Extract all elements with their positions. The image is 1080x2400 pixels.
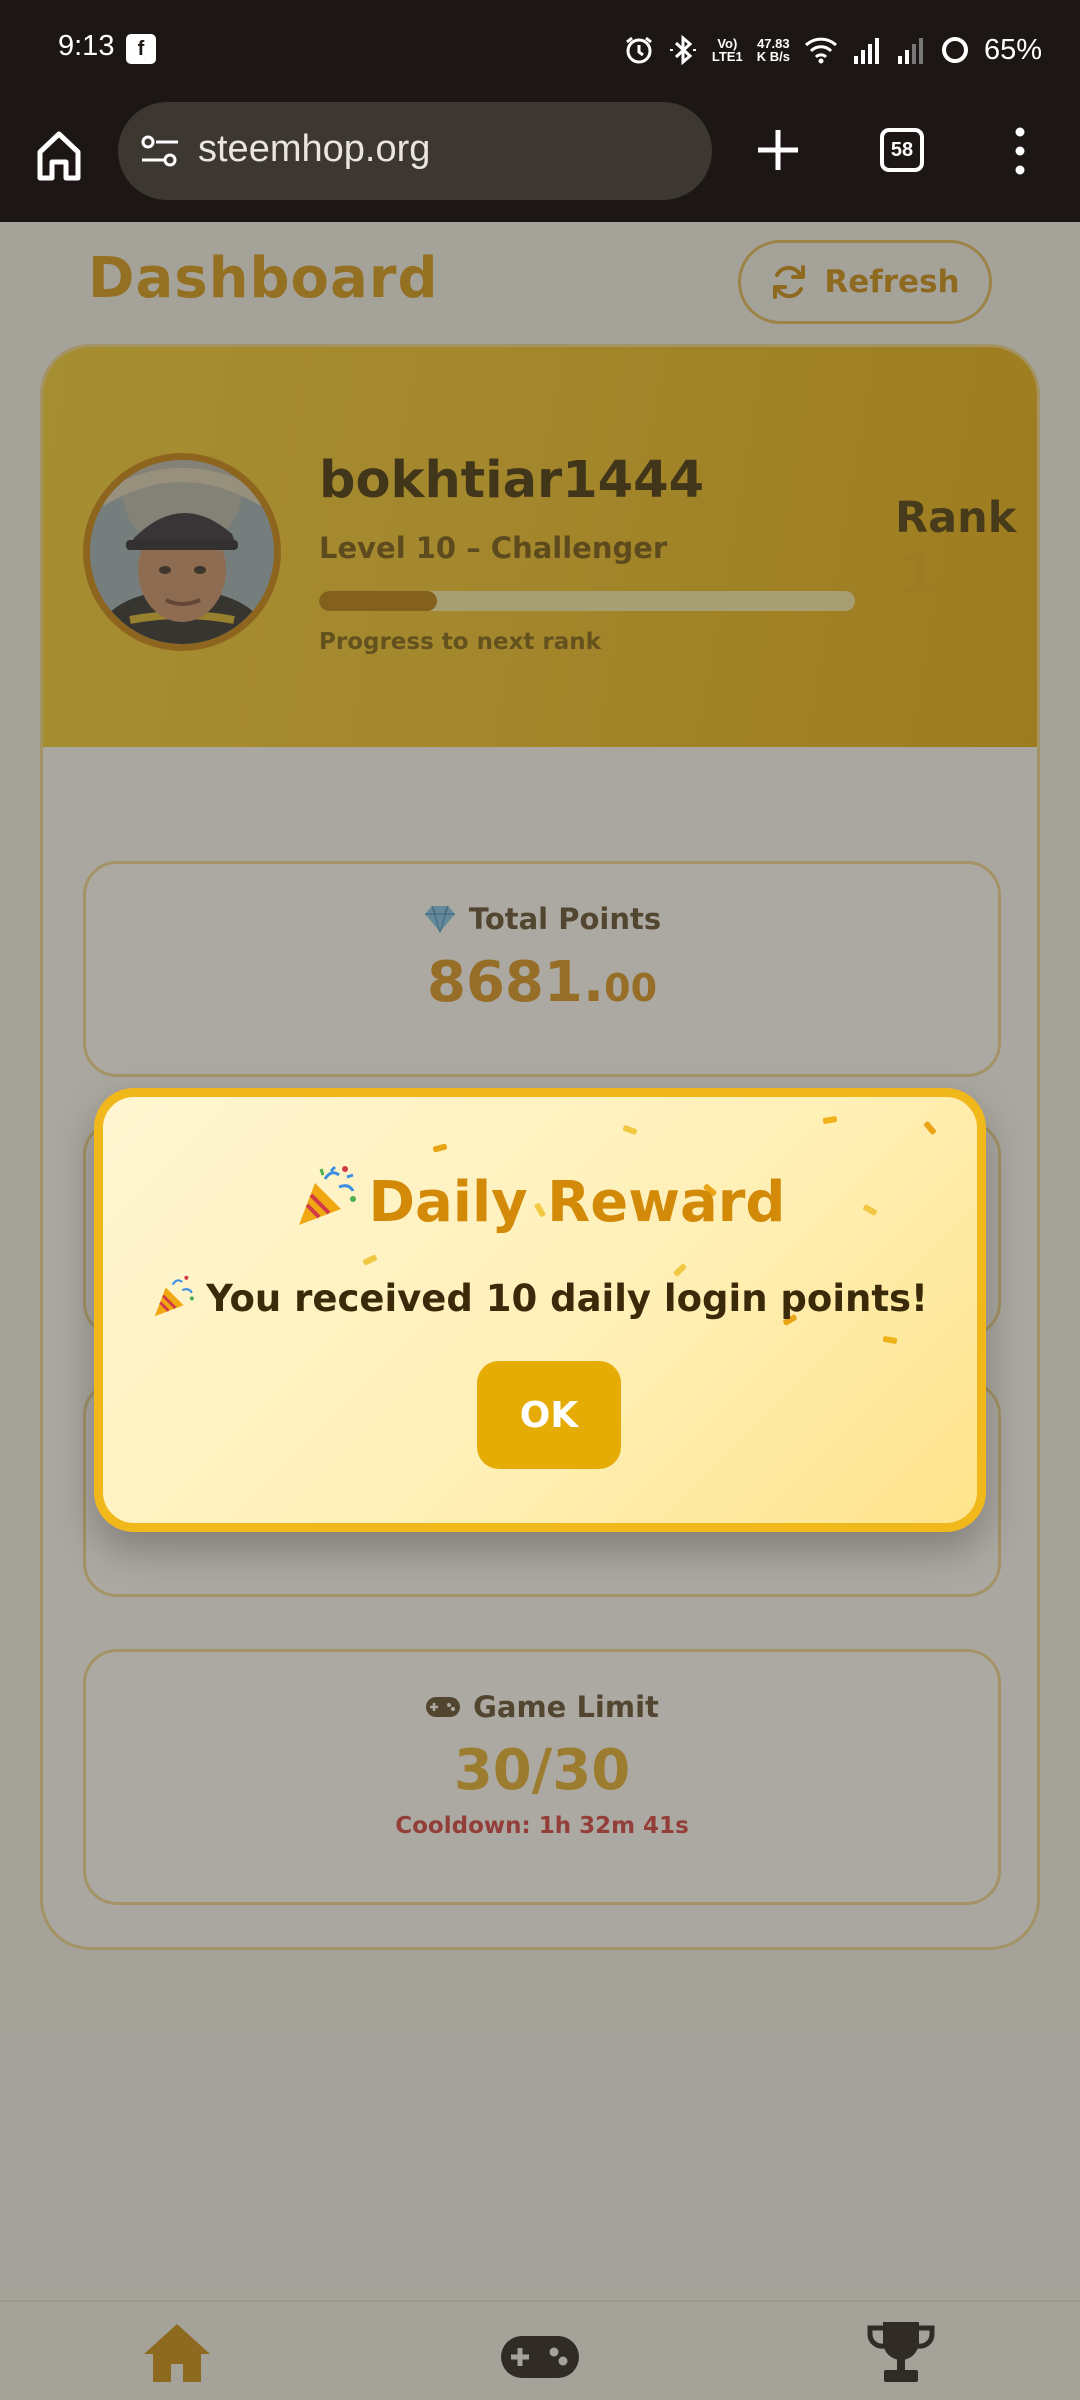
battery-percent: 65%	[983, 33, 1042, 66]
alarm-icon	[625, 36, 652, 64]
status-bar: 9:13 f Vo) LTE1 47.83 K B/s 65%	[0, 0, 1080, 100]
browser-toolbar: steemhop.org 58	[0, 100, 1080, 322]
party-popper-icon	[298, 1165, 356, 1225]
volte-line-2: LTE1	[711, 49, 743, 64]
status-icons: Vo) LTE1 47.83 K B/s 65%	[624, 26, 1042, 74]
modal-message: You received 10 daily login points!	[103, 1275, 977, 1320]
confetti-piece	[622, 1124, 638, 1136]
signal-1-icon	[853, 38, 879, 64]
more-menu-icon[interactable]	[1010, 126, 1030, 176]
modal-message-text: You received 10 daily login points!	[206, 1277, 928, 1320]
volte-indicator: Vo) LTE1	[712, 37, 743, 63]
ok-button[interactable]: OK	[477, 1361, 621, 1469]
status-time: 9:13	[58, 30, 115, 62]
party-popper-small-icon	[154, 1275, 194, 1317]
tab-switcher-button[interactable]: 58	[880, 128, 924, 172]
confetti-piece	[822, 1115, 838, 1125]
bluetooth-icon	[669, 34, 696, 66]
site-settings-icon[interactable]	[140, 134, 180, 168]
url-text[interactable]: steemhop.org	[198, 128, 430, 171]
confetti-piece	[432, 1143, 448, 1153]
new-tab-icon[interactable]	[752, 122, 804, 178]
confetti-piece	[923, 1120, 937, 1136]
wifi-icon	[804, 37, 837, 64]
address-bar[interactable]: steemhop.org	[118, 102, 712, 200]
browser-home-icon[interactable]	[34, 126, 84, 182]
confetti-piece	[882, 1335, 898, 1345]
modal-title-text: Daily Reward	[368, 1170, 786, 1235]
net-speed-unit: K B/s	[756, 49, 790, 64]
signal-2-icon	[897, 38, 923, 64]
battery-saver-icon	[941, 37, 968, 63]
daily-reward-modal: Daily Reward You received 10 daily login…	[94, 1088, 986, 1532]
facebook-notification-icon: f	[126, 34, 156, 64]
modal-title: Daily Reward	[103, 1165, 977, 1235]
confetti-piece	[362, 1254, 378, 1266]
net-speed: 47.83 K B/s	[757, 37, 790, 63]
